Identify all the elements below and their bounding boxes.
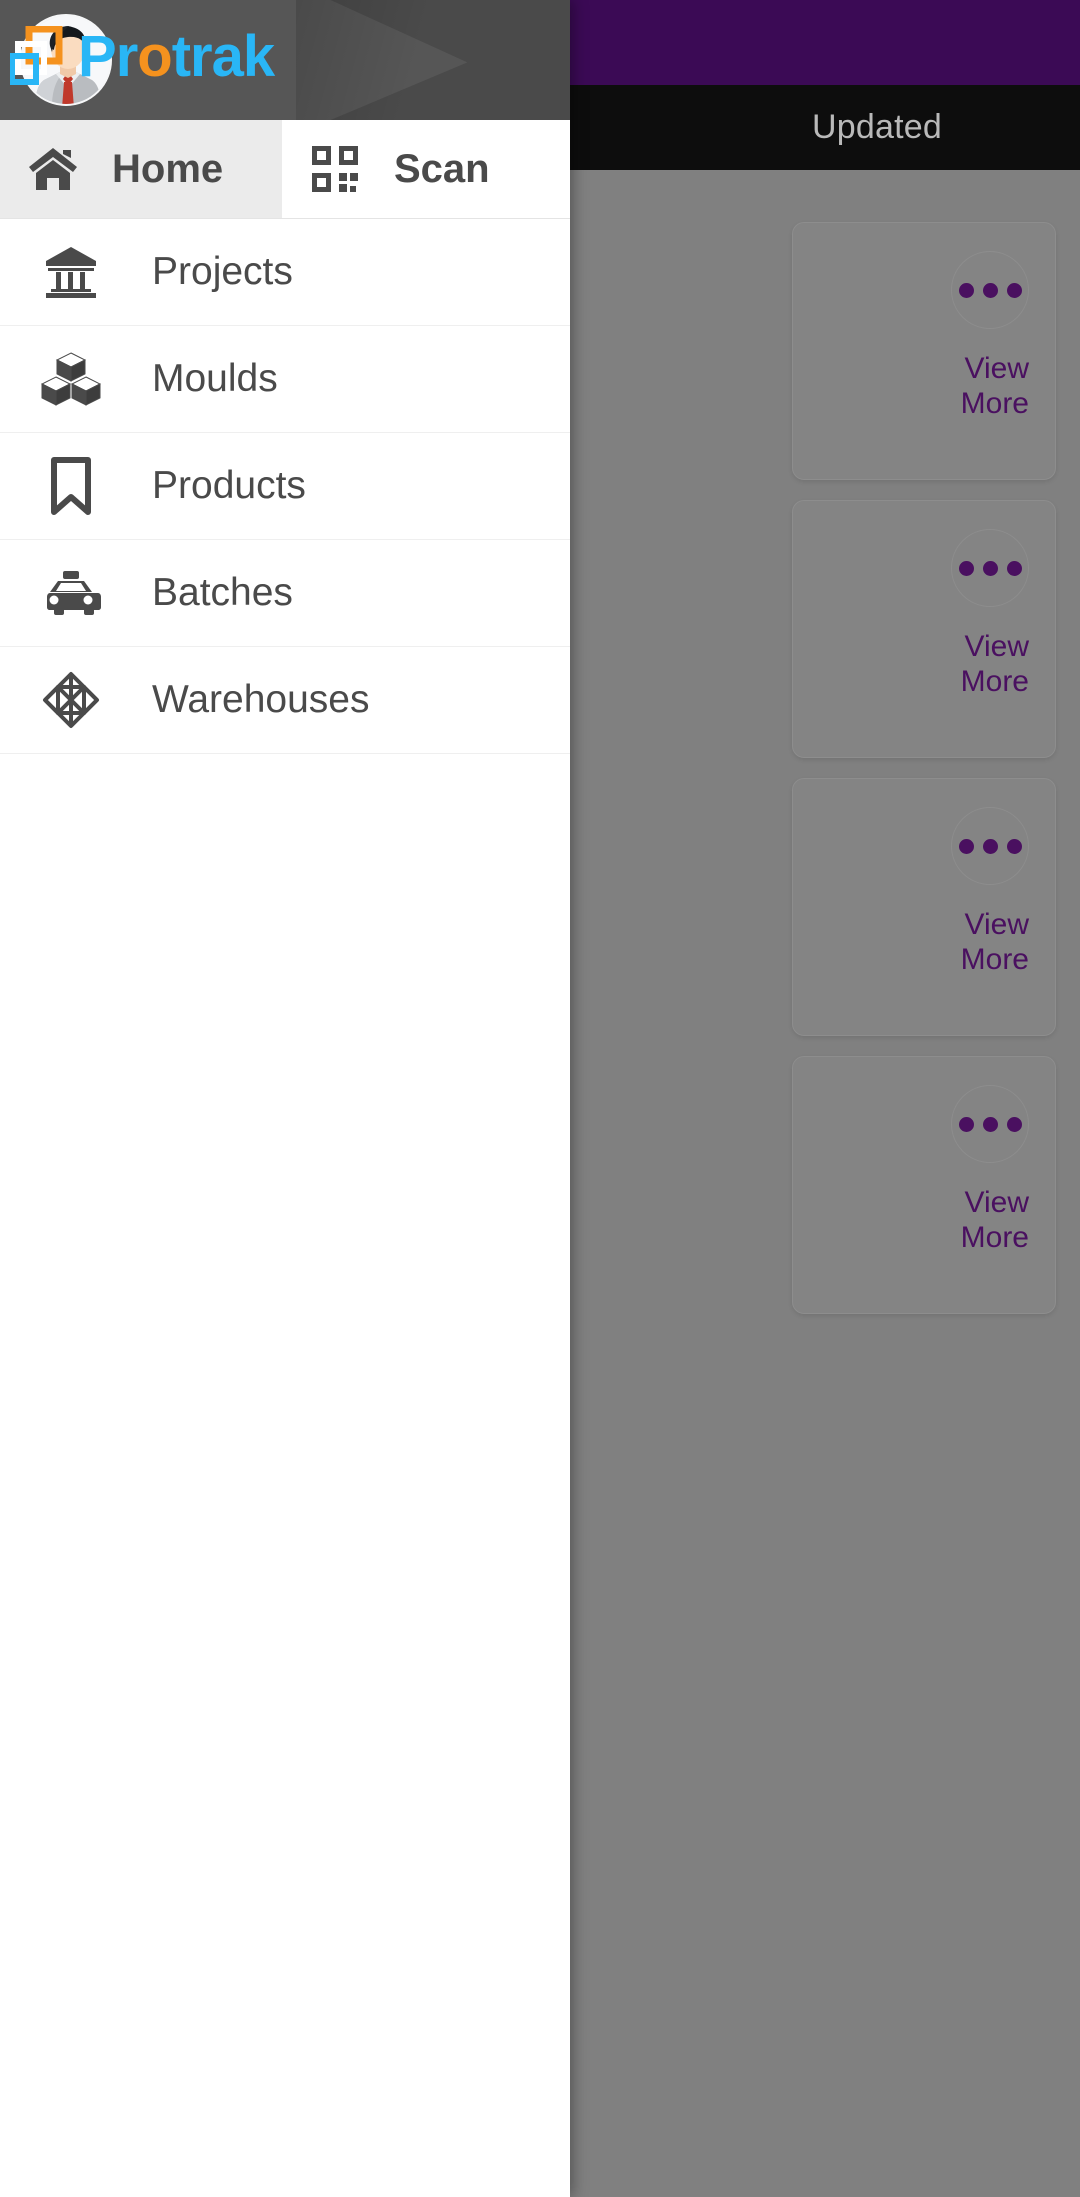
sidebar-item-warehouses[interactable]: Warehouses — [0, 647, 570, 754]
sidebar-item-products[interactable]: Products — [0, 433, 570, 540]
sidebar-item-moulds[interactable]: Moulds — [0, 326, 570, 433]
sidebar-item-scan[interactable]: Scan — [282, 120, 570, 218]
list-card[interactable]: View More — [792, 1056, 1056, 1314]
brand-o: o — [137, 24, 172, 89]
view-more-link[interactable]: View More — [961, 1186, 1029, 1255]
sidebar-item-projects[interactable]: Projects — [0, 219, 570, 326]
navigation-drawer: Protrak Home Scan Projects Moulds Produc… — [0, 0, 570, 2197]
view-more-link[interactable]: View More — [961, 908, 1029, 977]
overlapping-squares-logo-icon — [10, 26, 66, 88]
list-card[interactable]: View More — [792, 778, 1056, 1036]
home-icon — [22, 146, 84, 192]
sidebar-item-label: Moulds — [152, 357, 278, 400]
drawer-tab-row: Home Scan — [0, 120, 570, 219]
list-card[interactable]: View More — [792, 222, 1056, 480]
list-card[interactable]: View More — [792, 500, 1056, 758]
sidebar-item-label: Warehouses — [152, 678, 370, 721]
taxi-car-icon — [40, 571, 102, 615]
brand-trak: trak — [171, 24, 275, 89]
qr-code-icon — [304, 145, 366, 193]
brand-text: Protrak — [78, 28, 275, 86]
brand-logo: Protrak — [10, 26, 570, 88]
drawer-header: Protrak — [0, 0, 570, 120]
bank-building-icon — [40, 245, 102, 299]
view-more-link[interactable]: View More — [961, 630, 1029, 699]
sidebar-item-label: Batches — [152, 571, 293, 614]
bookmark-icon — [40, 457, 102, 515]
sidebar-item-label: Home — [112, 146, 224, 191]
sidebar-item-home[interactable]: Home — [0, 120, 282, 218]
brand-r: r — [115, 24, 139, 89]
sidebar-item-batches[interactable]: Batches — [0, 540, 570, 647]
column-header-updated: Updated — [812, 108, 942, 146]
sidebar-item-label: Products — [152, 464, 306, 507]
view-more-link[interactable]: View More — [961, 352, 1029, 421]
kebab-icon[interactable] — [951, 807, 1029, 885]
brand-p: P — [78, 24, 117, 89]
sidebar-item-label: Scan — [394, 146, 490, 191]
sidebar-item-label: Projects — [152, 250, 293, 293]
wireframe-box-icon — [40, 671, 102, 729]
drawer-empty-space — [0, 754, 570, 2197]
stacked-cubes-icon — [40, 351, 102, 407]
kebab-icon[interactable] — [951, 1085, 1029, 1163]
kebab-icon[interactable] — [951, 529, 1029, 607]
kebab-icon[interactable] — [951, 251, 1029, 329]
